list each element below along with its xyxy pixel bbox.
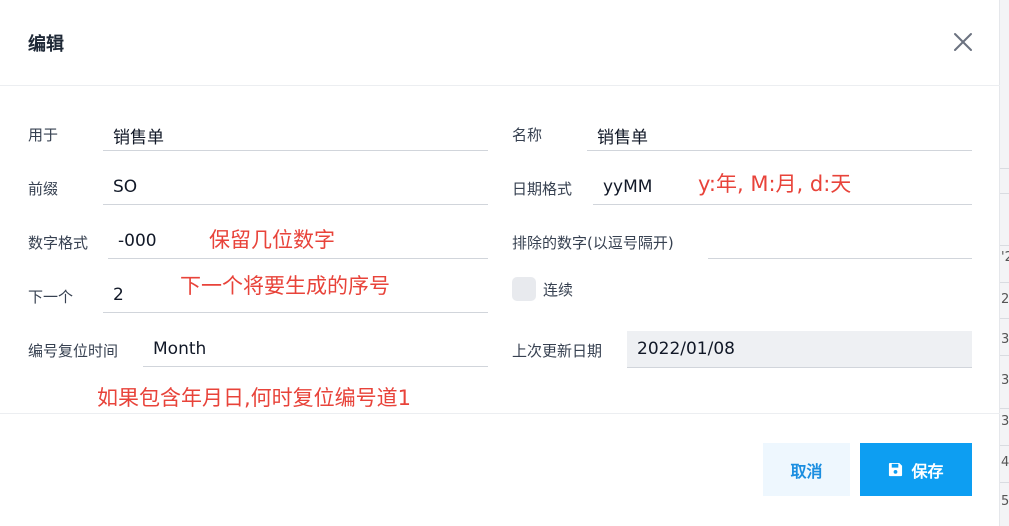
background-row-divider: [1000, 318, 1009, 319]
name-label: 名称: [512, 126, 543, 144]
number-format-label: 数字格式: [28, 234, 89, 252]
used-for-field[interactable]: 销售单: [103, 119, 488, 151]
dialog-footer: [0, 413, 1000, 526]
floppy-disk-icon: [889, 462, 903, 477]
background-cell: 59: [1001, 494, 1009, 509]
close-icon: [954, 33, 972, 51]
edit-dialog: 编辑 用于 销售单 名称 销售单 前缀 SO 日期格式 yyMM y:年, M:…: [0, 0, 1000, 526]
background-row-divider: [1000, 282, 1009, 283]
reset-time-label: 编号复位时间: [28, 342, 119, 360]
next-label: 下一个: [28, 288, 74, 306]
name-field[interactable]: 销售单: [587, 119, 972, 151]
last-update-label: 上次更新日期: [512, 342, 603, 360]
last-update-field: 2022/01/08: [627, 331, 972, 368]
background-row-divider: [1000, 355, 1009, 356]
name-value: 销售单: [597, 128, 648, 148]
next-value: 2: [113, 285, 124, 305]
reset-time-field[interactable]: Month: [143, 335, 488, 367]
date-format-annotation: y:年, M:月, d:天: [698, 172, 852, 196]
prefix-field[interactable]: SO: [103, 173, 488, 205]
background-row-divider: [1000, 193, 1009, 194]
background-cell: 35: [1001, 332, 1009, 347]
reset-annotation: 如果包含年月日,何时复位编号道1: [97, 386, 412, 410]
continuous-checkbox[interactable]: [512, 277, 536, 301]
prefix-value: SO: [113, 177, 138, 197]
date-format-value: yyMM: [603, 177, 653, 197]
background-row-divider: [1000, 168, 1009, 169]
last-update-value: 2022/01/08: [637, 339, 735, 359]
background-row-divider: [1000, 245, 1009, 246]
excluded-digits-label: 排除的数字(以逗号隔开): [512, 234, 674, 252]
background-cell: 3: [1001, 373, 1009, 388]
cancel-button[interactable]: 取消: [763, 443, 850, 496]
background-cell: 23: [1001, 292, 1009, 307]
background-row-divider: [1000, 445, 1009, 446]
save-button[interactable]: 保存: [860, 443, 972, 496]
number-format-value: -000: [118, 231, 157, 251]
used-for-label: 用于: [28, 126, 59, 144]
background-cell: 46: [1001, 455, 1009, 470]
dialog-header: 编辑: [0, 0, 1000, 86]
background-cell: '2: [1001, 250, 1009, 265]
close-button[interactable]: [950, 29, 976, 55]
reset-time-value: Month: [153, 339, 207, 359]
background-row-divider: [1000, 408, 1009, 409]
background-row-divider: [1000, 482, 1009, 483]
used-for-value: 销售单: [113, 128, 164, 148]
next-annotation: 下一个将要生成的序号: [180, 274, 390, 298]
date-format-label: 日期格式: [512, 180, 573, 198]
excluded-digits-field[interactable]: [708, 227, 972, 259]
save-button-label: 保存: [911, 461, 944, 481]
continuous-label: 连续: [543, 281, 574, 299]
dialog-title: 编辑: [28, 34, 64, 55]
cancel-button-label: 取消: [790, 461, 823, 481]
number-format-annotation: 保留几位数字: [209, 228, 335, 252]
background-cell: 35: [1001, 414, 1009, 429]
prefix-label: 前缀: [28, 180, 59, 198]
